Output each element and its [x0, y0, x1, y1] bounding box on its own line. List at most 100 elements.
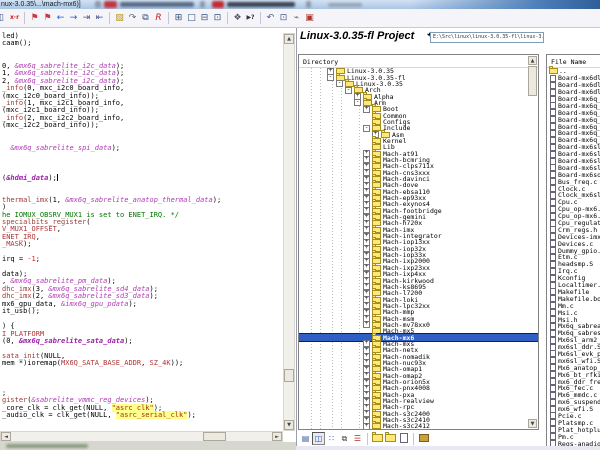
code-line: mem *)ioremap(MX6Q_SATA_BASE_ADDR, SZ_4K…	[2, 360, 283, 367]
symbol-list-button[interactable]: ☰	[351, 432, 364, 445]
blurred-tab-close-icon	[306, 1, 311, 8]
code-editor[interactable]: led)caam(); 0, &mx6q_sabrelite_i2c_data)…	[0, 28, 283, 431]
bookmark-all-icon[interactable]: ⚑	[41, 11, 54, 25]
project-toolbar: ▤◫∷⧉☰	[299, 432, 430, 447]
view-options-icon[interactable]: ▣	[303, 11, 316, 25]
code-line	[2, 383, 283, 390]
blurred-tab-favicon	[212, 1, 224, 8]
project-archive-button[interactable]	[417, 432, 430, 445]
file-list: ..Board-mx6dl_arm2.hBoard-mx6dl_sabreaut…	[547, 68, 600, 448]
code-line: V_MUX1_OFFSET,	[2, 226, 283, 233]
code-line: (&hdmi_data);	[2, 174, 283, 181]
toolbar-separator	[24, 12, 25, 24]
code-line	[2, 130, 283, 137]
file-list-button[interactable]: ▤	[299, 432, 312, 445]
code-line: _MASK);	[2, 241, 283, 248]
toolbar-separator	[367, 433, 368, 445]
frame-icon[interactable]: ⊡	[277, 11, 290, 25]
sync-folder-button[interactable]	[384, 432, 397, 445]
blurred-tab-text	[120, 2, 194, 7]
folder-icon	[372, 434, 383, 442]
code-line: _audio_clk = clk_get(NULL, "asrc_serial_…	[2, 412, 283, 419]
editor-horizontal-scrollbar[interactable]: ◄ ►	[0, 431, 283, 442]
project-path-field[interactable]: E:\Src\linux\linux-3.0.35-fl\linux-3.0.3…	[430, 32, 544, 43]
file-name: Makefile.boot	[558, 296, 600, 302]
scrollbar-thumb[interactable]	[284, 369, 294, 382]
nav-forward-icon[interactable]: →	[67, 11, 80, 25]
directory-pane: Directory +Linux-3.0.35-Linux-3.0.35-fl-…	[298, 54, 539, 430]
scroll-right-icon[interactable]: ►	[272, 432, 282, 441]
context-help-icon[interactable]: ▶?	[244, 11, 257, 25]
file-name: Bus_freq.c	[558, 179, 597, 185]
browse-book-button[interactable]: ⧉	[338, 432, 351, 445]
file-name: Msi.c	[558, 310, 578, 316]
titlebar-gradient	[410, 0, 600, 9]
code-line	[2, 48, 283, 55]
hsplit-window-icon[interactable]: ⊟	[198, 11, 211, 25]
file-name: Board-mx6q_sabreauto.c	[558, 110, 600, 116]
file-list-header[interactable]: File Name	[547, 55, 600, 68]
relation-window-icon[interactable]: R	[152, 11, 165, 25]
code-line: led)	[2, 33, 283, 40]
file-name: Mx6_anatop_regulator.c	[558, 365, 600, 371]
highlight-word-icon[interactable]: ▧	[113, 11, 126, 25]
scrollbar-thumb[interactable]	[528, 66, 537, 96]
page-icon	[400, 433, 408, 443]
code-line	[2, 159, 283, 166]
jump-in-icon[interactable]: ⇥	[80, 11, 93, 25]
scroll-down-icon[interactable]: ▼	[528, 419, 537, 428]
main-toolbar: ▯x·r⚑⚑←→⇥⇤▧↷⧉R⊞□⊟⊡❖▶?↶⊡⌁▣	[0, 9, 600, 28]
scroll-down-icon[interactable]: ▼	[284, 420, 294, 430]
scroll-up-icon[interactable]: ▲	[528, 56, 537, 65]
scroll-left-icon[interactable]: ◄	[1, 432, 11, 441]
window-title-bar[interactable]: nux-3.0.35\...\mach-mx6)]	[0, 0, 600, 9]
undo-icon[interactable]: ↶	[264, 11, 277, 25]
file-name: Board-mx6q_sabreauto.h	[558, 117, 600, 123]
code-line	[2, 182, 283, 189]
bookmark-icon[interactable]: ⚑	[28, 11, 41, 25]
toolbar-separator	[227, 12, 228, 24]
blurred-tab-close-icon	[200, 1, 205, 8]
code-line	[2, 368, 283, 375]
cascade-windows-icon[interactable]: ⊡	[211, 11, 224, 25]
code-line: irq = -1;	[2, 256, 283, 263]
code-line	[2, 152, 283, 159]
code-line	[2, 375, 283, 382]
scrollbar-thumb[interactable]	[203, 432, 226, 441]
file-name: Plat_hotplug.c	[558, 427, 600, 433]
code-line: mx6_gpu_data, &imx6q_gpu_pdata);	[2, 301, 283, 308]
code-line: thermal_imx(1, &mx6q_sabrelite_anatop_th…	[2, 197, 283, 204]
browse-symbols-icon[interactable]: ⧉	[139, 11, 152, 25]
expand-icon[interactable]: +	[363, 423, 370, 429]
text-caret	[57, 174, 58, 181]
scroll-up-icon[interactable]: ▲	[284, 34, 294, 44]
file-name: Mm.c	[558, 303, 574, 309]
archive-icon	[419, 434, 429, 442]
link-icon[interactable]: ⌁	[290, 11, 303, 25]
clip-window-icon[interactable]: ↷	[126, 11, 139, 25]
jump-out-icon[interactable]: ⇤	[93, 11, 106, 25]
blurred-tab-text	[328, 3, 362, 7]
file-name: Devices-imx6q.h	[558, 234, 600, 240]
nav-back-icon[interactable]: ←	[54, 11, 67, 25]
toolbar-separator	[413, 433, 414, 445]
code-line	[2, 316, 283, 323]
file-name: Board-mx6sl_evk.h	[558, 165, 600, 171]
code-line: caam();	[2, 40, 283, 47]
editor-vertical-scrollbar[interactable]: ▲ ▼	[283, 33, 295, 431]
open-folder-button[interactable]	[371, 432, 384, 445]
file-name: mx6sl_wfi.S	[558, 358, 600, 364]
tile-windows-icon[interactable]: ⊞	[172, 11, 185, 25]
project-panel: Linux-3.0.35-fl Project ⟲ E:\Src\linux\l…	[296, 28, 600, 446]
code-line: &mx6q_sabrelite_spi_data);	[2, 145, 283, 152]
replace-icon[interactable]: x·r	[8, 11, 21, 25]
app-window: nux-3.0.35\...\mach-mx6)] ▯x·r⚑⚑←→⇥⇤▧↷⧉R…	[0, 0, 600, 450]
new-doc-icon[interactable]: ▯	[0, 11, 8, 25]
new-file-button[interactable]	[397, 432, 410, 445]
play-macro-icon[interactable]: ❖	[231, 11, 244, 25]
directory-header[interactable]: Directory	[299, 55, 538, 68]
details-view-button[interactable]: ◫	[312, 432, 325, 445]
directory-tree-item[interactable]: +Mach-s3c2412	[299, 423, 538, 429]
small-icons-view-button[interactable]: ∷	[325, 432, 338, 445]
full-window-icon[interactable]: □	[185, 11, 198, 25]
